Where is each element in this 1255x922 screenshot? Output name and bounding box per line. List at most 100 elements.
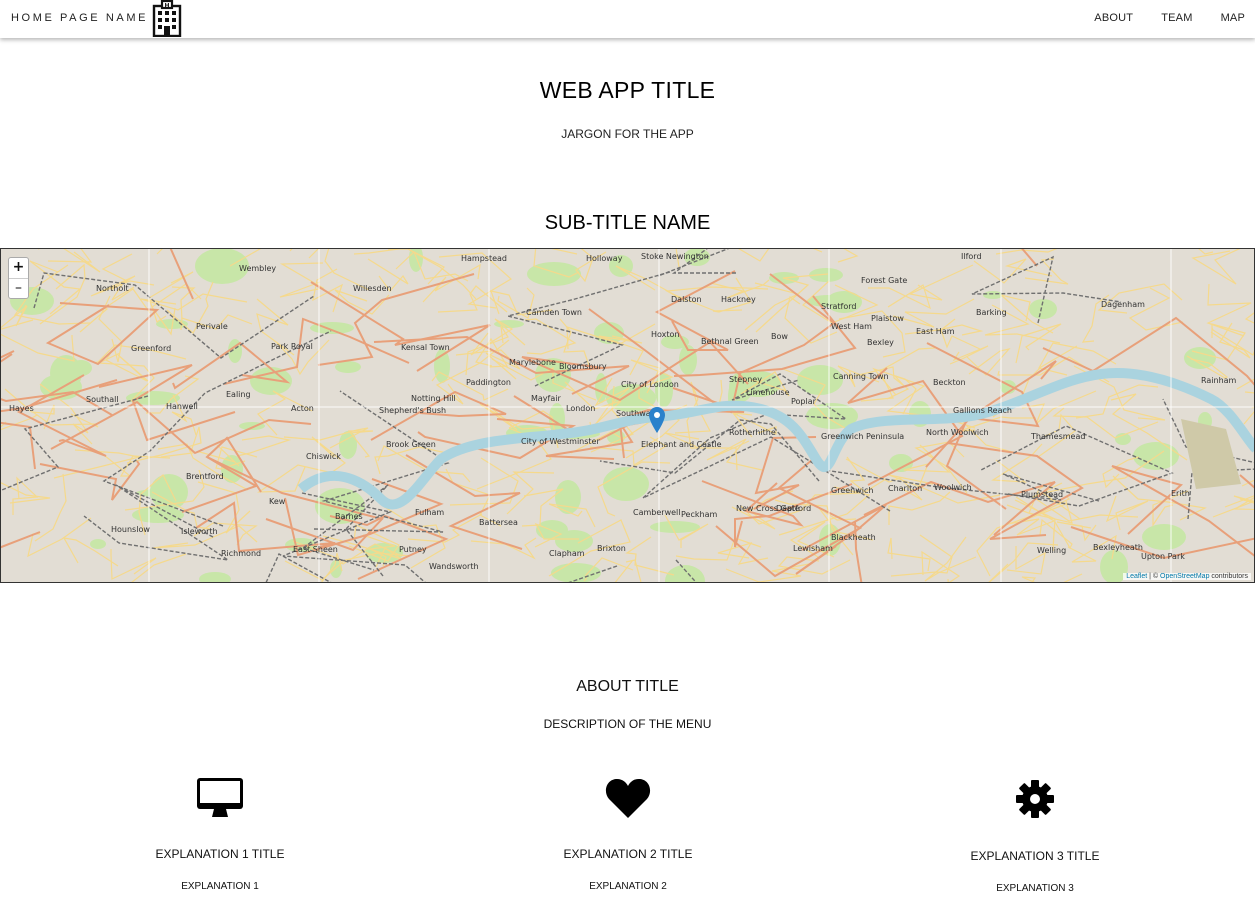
map-place-label: Barking bbox=[976, 308, 1007, 317]
map-place-label: Hayes bbox=[9, 404, 34, 413]
map-place-label: Stoke Newington bbox=[641, 252, 709, 261]
map-place-label: Gallions Reach bbox=[953, 406, 1012, 415]
park-area bbox=[527, 262, 581, 286]
map-place-label: Brixton bbox=[597, 544, 626, 553]
park-area bbox=[1184, 347, 1216, 369]
map-place-label: Plaistow bbox=[871, 314, 904, 323]
map-place-label: Barnes bbox=[335, 512, 363, 521]
map-place-label: Greenwich bbox=[831, 486, 873, 495]
map-place-label: City of London bbox=[621, 380, 679, 389]
map-place-label: Bow bbox=[771, 332, 788, 341]
about-title: ABOUT TITLE bbox=[576, 678, 679, 695]
map-place-label: Kew bbox=[269, 497, 286, 506]
map-place-label: North Woolwich bbox=[926, 428, 989, 437]
office-building-icon[interactable]: H bbox=[151, 0, 183, 37]
map-place-label: East Ham bbox=[916, 327, 955, 336]
feature-3-title: EXPLANATION 3 TITLE bbox=[970, 849, 1100, 863]
map-place-label: Camden Town bbox=[526, 308, 582, 317]
map-place-label: Beckton bbox=[933, 378, 966, 387]
feature-2: EXPLANATION 2 TITLE EXPLANATION 2 bbox=[478, 777, 778, 892]
map-place-label: Hackney bbox=[721, 295, 756, 304]
map-place-label: Stratford bbox=[821, 302, 856, 311]
map-place-label: Camberwell bbox=[633, 508, 680, 517]
heart-icon bbox=[605, 778, 651, 818]
map-place-label: Thamesmead bbox=[1030, 432, 1085, 441]
map-place-label: Rotherhithe bbox=[729, 428, 776, 437]
map-place-label: Ealing bbox=[226, 390, 251, 399]
map-place-label: Battersea bbox=[479, 518, 518, 527]
map-place-label: Brentford bbox=[186, 472, 224, 481]
map-place-label: Limehouse bbox=[746, 388, 790, 397]
map-place-label: Clapham bbox=[549, 549, 585, 558]
map-view[interactable]: Wembley Northolt Hampstead Holloway Stoke Ne… bbox=[0, 248, 1255, 583]
nav-link-about[interactable]: ABOUT bbox=[1094, 12, 1133, 24]
nav-link-map[interactable]: MAP bbox=[1221, 12, 1245, 24]
map-place-label: Hoxton bbox=[651, 330, 680, 339]
map-place-label: Southall bbox=[86, 395, 119, 404]
feature-3: EXPLANATION 3 TITLE EXPLANATION 3 bbox=[885, 779, 1185, 894]
map-place-label: Northolt bbox=[96, 284, 129, 293]
map-place-label: Charlton bbox=[888, 484, 922, 493]
map-place-label: Poplar bbox=[791, 397, 817, 406]
map-place-label: New Cross Gate bbox=[736, 504, 800, 513]
osm-link[interactable]: OpenStreetMap bbox=[1160, 573, 1209, 580]
park-area bbox=[205, 258, 221, 266]
map-place-label: City of Westminster bbox=[521, 437, 600, 446]
map-place-label: Richmond bbox=[221, 549, 261, 558]
map-place-label: Greenwich Peninsula bbox=[821, 432, 904, 441]
map-place-label: Isleworth bbox=[181, 527, 218, 536]
app-jargon: JARGON FOR THE APP bbox=[561, 127, 694, 141]
map-place-label: West Ham bbox=[831, 322, 872, 331]
map-place-label: Brook Green bbox=[386, 440, 436, 449]
map-place-label: Canning Town bbox=[833, 372, 889, 381]
park-area bbox=[603, 467, 649, 501]
map-place-label: Elephant and Castle bbox=[641, 440, 722, 449]
nav-links: ABOUT TEAM MAP bbox=[1066, 12, 1245, 24]
map-place-label: Hounslow bbox=[111, 525, 150, 534]
map-place-label: Plumstead bbox=[1021, 490, 1063, 499]
park-area bbox=[983, 291, 1003, 299]
map-place-label: Bloomsbury bbox=[559, 362, 607, 371]
map-place-label: Willesden bbox=[353, 284, 392, 293]
map-place-label: Wandsworth bbox=[429, 562, 479, 571]
map-place-label: Perivale bbox=[196, 322, 228, 331]
nav-link-team[interactable]: TEAM bbox=[1161, 12, 1192, 24]
zoom-in-button[interactable]: + bbox=[9, 258, 28, 278]
park-area bbox=[555, 480, 581, 514]
map-place-label: Bexley bbox=[867, 338, 894, 347]
park-area bbox=[1142, 524, 1186, 550]
map-place-label: Acton bbox=[291, 404, 314, 413]
map-place-label: Shepherd's Bush bbox=[379, 406, 446, 415]
map-place-label: London bbox=[566, 404, 595, 413]
map-place-label: Stepney bbox=[729, 375, 762, 384]
map-place-label: Paddington bbox=[466, 378, 511, 387]
map-place-label: Kensal Town bbox=[401, 343, 450, 352]
about-description: DESCRIPTION OF THE MENU bbox=[543, 717, 712, 731]
map-place-label: Park Royal bbox=[271, 342, 313, 351]
leaflet-link[interactable]: Leaflet bbox=[1126, 573, 1147, 580]
map-place-label: Lewisham bbox=[793, 544, 833, 553]
map-place-label: Bethnal Green bbox=[701, 337, 759, 346]
map-place-label: Ilford bbox=[961, 252, 982, 261]
park-area bbox=[90, 539, 106, 549]
brand-name[interactable]: HOME PAGE NAME bbox=[11, 12, 148, 24]
app-title: WEB APP TITLE bbox=[539, 77, 716, 103]
navbar: HOME PAGE NAME H ABOUT TEAM MAP bbox=[0, 0, 1255, 38]
svg-text:H: H bbox=[164, 3, 169, 10]
map-place-label: Hanwell bbox=[166, 402, 198, 411]
feature-2-text: EXPLANATION 2 bbox=[589, 881, 667, 892]
map-place-label: Mayfair bbox=[531, 394, 561, 403]
feature-1: EXPLANATION 1 TITLE EXPLANATION 1 bbox=[70, 777, 370, 892]
zoom-out-button[interactable]: – bbox=[9, 278, 28, 298]
zoom-control: + – bbox=[8, 257, 29, 299]
map-place-label: Dalston bbox=[671, 295, 702, 304]
map-place-label: East Sheen bbox=[293, 545, 338, 554]
map-place-label: Greenford bbox=[131, 344, 171, 353]
map-place-label: Putney bbox=[399, 545, 427, 554]
map-place-label: Upton Park bbox=[1141, 552, 1185, 561]
map-attribution: Leaflet | © OpenStreetMap contributors bbox=[1123, 573, 1251, 580]
map-place-label: Wembley bbox=[239, 264, 276, 273]
map-pin-icon[interactable] bbox=[649, 407, 665, 433]
map-place-label: Rainham bbox=[1201, 376, 1237, 385]
map-place-label: Dagenham bbox=[1101, 300, 1145, 309]
